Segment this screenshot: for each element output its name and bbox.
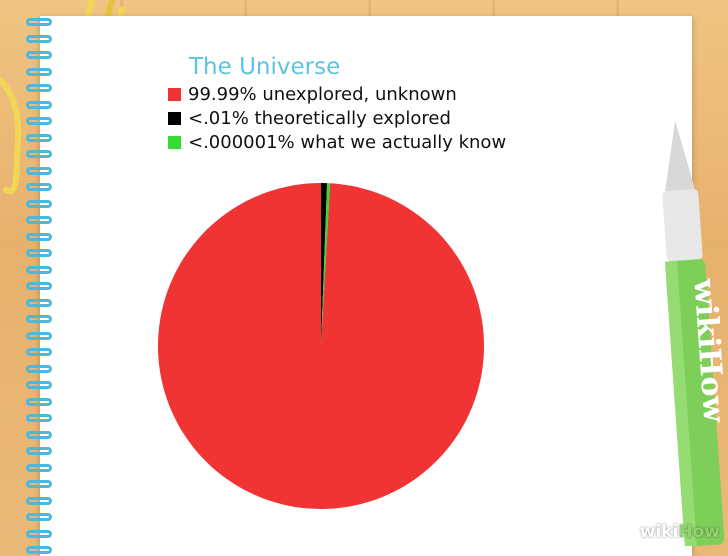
- spiral-ring: [26, 183, 52, 191]
- spiral-ring: [26, 84, 52, 92]
- spiral-ring: [26, 18, 52, 26]
- spiral-ring: [26, 166, 52, 175]
- spiral-ring: [26, 480, 52, 488]
- legend-swatch: [168, 135, 181, 149]
- legend-item-actually-know: <.000001% what we actually know: [168, 130, 506, 154]
- spiral-ring: [26, 34, 52, 43]
- spiral-ring: [26, 381, 52, 389]
- spiral-ring: [26, 117, 52, 125]
- spiral-ring: [26, 513, 52, 521]
- spiral-ring: [26, 447, 52, 455]
- spiral-ring: [26, 496, 52, 505]
- chart-title: The Universe: [189, 54, 341, 80]
- spiral-ring: [26, 298, 52, 307]
- legend-item-unexplored: 99.99% unexplored, unknown: [168, 82, 506, 106]
- spiral-ring: [26, 331, 52, 340]
- pen-icon: wikiHow: [662, 120, 728, 546]
- spiral-ring: [26, 67, 52, 76]
- spiral-binding: [22, 18, 60, 554]
- spiral-ring: [26, 133, 52, 142]
- spiral-ring: [26, 430, 52, 439]
- spiral-ring: [26, 150, 52, 158]
- pie-chart: [157, 183, 484, 509]
- chart-legend: 99.99% unexplored, unknown <.01% theoret…: [168, 82, 506, 154]
- spiral-ring: [26, 546, 52, 554]
- spiral-ring: [26, 249, 52, 257]
- legend-label: <.01% theoretically explored: [188, 107, 451, 129]
- watermark-how: How: [678, 522, 720, 542]
- spiral-ring: [26, 463, 52, 472]
- legend-swatch: [168, 87, 181, 101]
- spiral-ring: [26, 414, 52, 422]
- pie-slice: [157, 183, 484, 509]
- legend-swatch: [168, 111, 181, 125]
- spiral-ring: [26, 100, 52, 109]
- spiral-ring: [26, 199, 52, 208]
- spiral-ring: [26, 282, 52, 290]
- spiral-ring: [26, 232, 52, 241]
- legend-item-theoretically-explored: <.01% theoretically explored: [168, 106, 506, 130]
- watermark-wiki: wiki: [639, 522, 679, 542]
- legend-label: <.000001% what we actually know: [188, 131, 507, 153]
- spiral-ring: [26, 216, 52, 224]
- spiral-ring: [26, 364, 52, 373]
- spiral-ring: [26, 397, 52, 406]
- spiral-ring: [26, 51, 52, 59]
- spiral-ring: [26, 529, 52, 538]
- spiral-ring: [26, 265, 52, 274]
- legend-label: 99.99% unexplored, unknown: [188, 83, 457, 105]
- spiral-ring: [26, 348, 52, 356]
- watermark: wikiHow: [640, 522, 720, 542]
- spiral-ring: [26, 315, 52, 323]
